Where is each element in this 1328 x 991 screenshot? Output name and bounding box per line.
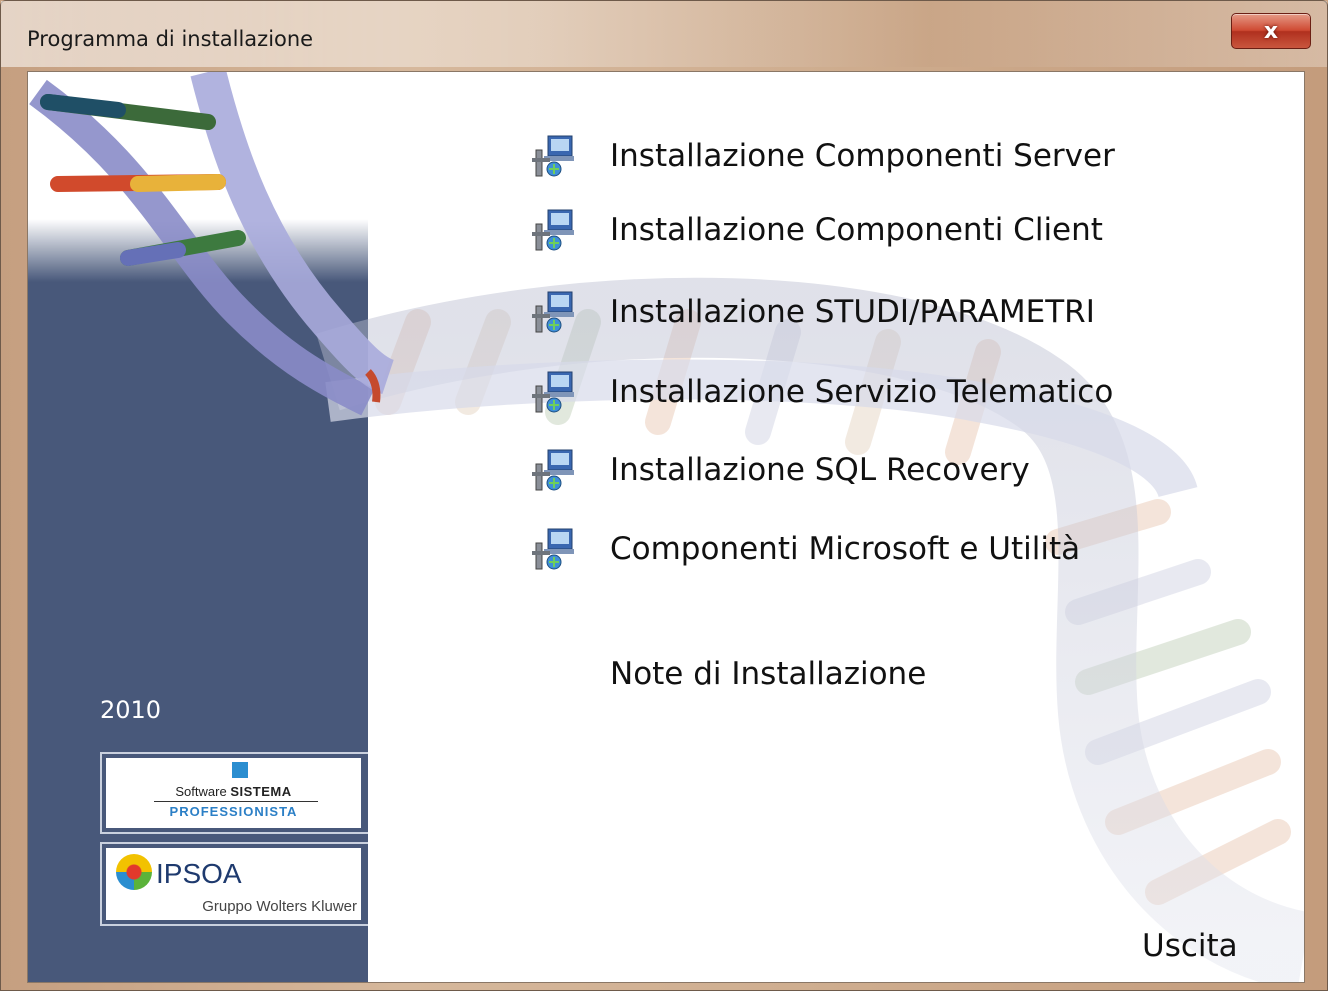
year-label: 2010 [100,696,162,724]
blue-square-icon [232,762,248,778]
menu-item-servizio-telematico[interactable]: Installazione Servizio Telematico [532,370,1113,414]
menu-item-client[interactable]: Installazione Componenti Client [532,208,1103,252]
menu-item-sql-recovery[interactable]: Installazione SQL Recovery [532,448,1030,492]
menu-item-studi-parametri[interactable]: Installazione STUDI/PARAMETRI [532,290,1095,334]
installation-notes-link[interactable]: Note di Installazione [610,656,926,692]
ipsoa-subtitle: Gruppo Wolters Kluwer [202,898,357,915]
menu-item-label: Installazione Componenti Client [610,212,1103,248]
close-icon: x [1263,18,1279,44]
installer-icon [532,209,574,251]
installer-window: Programma di installazione x 2010 Softwa… [0,0,1328,991]
menu-item-label: Installazione SQL Recovery [610,452,1030,488]
software-sistema-logo: Software SISTEMA PROFESSIONISTA [100,752,368,834]
menu-item-label: Componenti Microsoft e Utilità [610,531,1081,567]
installer-icon [532,135,574,177]
menu-item-label: Installazione Servizio Telematico [610,374,1114,410]
ipsoa-brand: IPSOA [156,858,242,889]
ipsoa-logo: IPSOA Gruppo Wolters Kluwer [100,842,368,926]
exit-link[interactable]: Uscita [1142,928,1238,964]
close-button[interactable]: x [1231,13,1311,49]
menu-item-microsoft-utilita[interactable]: Componenti Microsoft e Utilità [532,527,1080,571]
installer-icon [532,528,574,570]
window-title: Programma di installazione [27,27,314,51]
title-bar[interactable]: Programma di installazione x [1,1,1327,67]
logo-line1-prefix: Software [175,784,227,799]
ipsoa-globe-icon [116,854,152,890]
logo-line2: PROFESSIONISTA [169,804,298,819]
client-area: 2010 Software SISTEMA PROFESSIONISTA IPS… [27,71,1305,983]
installer-icon [532,291,574,333]
installer-icon [532,371,574,413]
logo-line1-bold: SISTEMA [230,784,292,799]
menu-item-label: Installazione STUDI/PARAMETRI [610,294,1095,330]
menu-item-label: Installazione Componenti Server [610,138,1115,174]
installer-icon [532,449,574,491]
menu-item-server[interactable]: Installazione Componenti Server [532,134,1115,178]
